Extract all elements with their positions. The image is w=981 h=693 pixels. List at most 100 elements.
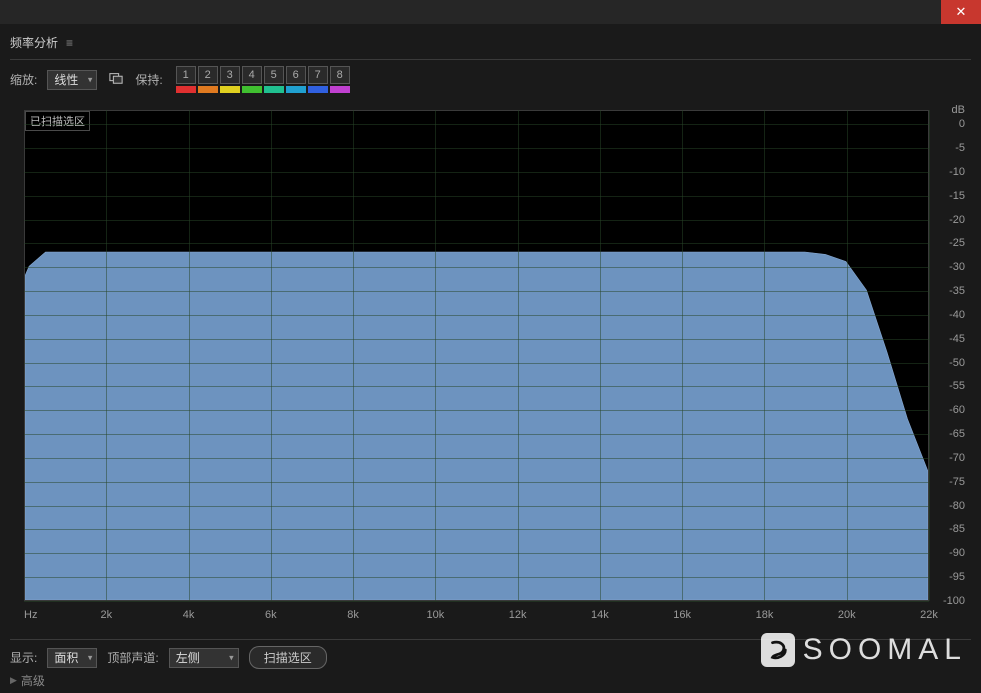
- scan-selection-label: 扫描选区: [264, 651, 312, 665]
- y-tick-label: -75: [949, 476, 965, 488]
- gridline-horizontal: [24, 148, 929, 149]
- gridline-vertical: [189, 110, 190, 601]
- gridline-vertical: [435, 110, 436, 601]
- gridline-horizontal: [24, 267, 929, 268]
- scan-selection-button[interactable]: 扫描选区: [249, 646, 327, 669]
- hold-slot-number: 2: [198, 66, 218, 84]
- hold-slot-number: 8: [330, 66, 350, 84]
- hold-slot-3[interactable]: 3: [219, 66, 241, 93]
- y-tick-label: -85: [949, 523, 965, 535]
- hold-slot-number: 1: [176, 66, 196, 84]
- hold-slot-6[interactable]: 6: [285, 66, 307, 93]
- spectrum-area: [25, 109, 928, 600]
- hold-slot-2[interactable]: 2: [197, 66, 219, 93]
- hold-color-swatch: [308, 86, 328, 93]
- gridline-vertical: [518, 110, 519, 601]
- hold-color-swatch: [198, 86, 218, 93]
- gridline-horizontal: [24, 363, 929, 364]
- display-select-value: 面积: [54, 649, 78, 666]
- hold-color-swatch: [176, 86, 196, 93]
- gridline-horizontal: [24, 506, 929, 507]
- x-tick-label: 12k: [509, 609, 527, 621]
- hold-slot-5[interactable]: 5: [263, 66, 285, 93]
- hold-slot-number: 5: [264, 66, 284, 84]
- linked-toggle-button[interactable]: [107, 71, 125, 89]
- y-tick-label: -10: [949, 166, 965, 178]
- close-icon: ✕: [956, 4, 967, 20]
- channel-label: 顶部声道:: [107, 649, 158, 666]
- zoom-select-value: 线性: [54, 71, 78, 88]
- x-axis-unit: Hz: [24, 609, 37, 621]
- hold-slot-number: 6: [286, 66, 306, 84]
- channel-select-value: 左侧: [176, 649, 200, 666]
- y-tick-label: -40: [949, 309, 965, 321]
- advanced-label: 高级: [21, 672, 45, 689]
- display-label: 显示:: [10, 649, 37, 666]
- window-titlebar: ✕: [0, 0, 981, 24]
- gridline-horizontal: [24, 124, 929, 125]
- gridline-horizontal: [24, 458, 929, 459]
- triangle-right-icon: ▶: [10, 675, 17, 686]
- hold-slot-1[interactable]: 1: [175, 66, 197, 93]
- x-tick-label: 6k: [265, 609, 277, 621]
- channel-select[interactable]: 左侧 ▾: [169, 648, 239, 668]
- window-close-button[interactable]: ✕: [941, 0, 981, 24]
- hold-label: 保持:: [135, 71, 162, 88]
- y-tick-label: -35: [949, 285, 965, 297]
- y-tick-label: -50: [949, 357, 965, 369]
- y-tick-label: -15: [949, 190, 965, 202]
- watermark: SOOMAL: [761, 633, 967, 667]
- y-tick-label: -90: [949, 547, 965, 559]
- hold-slot-7[interactable]: 7: [307, 66, 329, 93]
- gridline-horizontal: [24, 434, 929, 435]
- panel-menu-icon[interactable]: ≡: [66, 37, 73, 49]
- hold-color-swatch: [220, 86, 240, 93]
- y-tick-label: -95: [949, 571, 965, 583]
- panel-header: 频率分析 ≡: [10, 30, 971, 59]
- gridline-horizontal: [24, 196, 929, 197]
- gridline-horizontal: [24, 172, 929, 173]
- gridline-horizontal: [24, 386, 929, 387]
- gridline-vertical: [106, 110, 107, 601]
- x-tick-label: 2k: [100, 609, 112, 621]
- chart-plot-area[interactable]: 已扫描选区: [24, 110, 929, 601]
- gridline-horizontal: [24, 315, 929, 316]
- hold-slot-number: 7: [308, 66, 328, 84]
- gridline-horizontal: [24, 482, 929, 483]
- y-tick-label: -60: [949, 404, 965, 416]
- hold-slot-8[interactable]: 8: [329, 66, 351, 93]
- gridline-horizontal: [24, 291, 929, 292]
- advanced-section-toggle[interactable]: ▶ 高级: [10, 672, 971, 689]
- y-tick-label: -25: [949, 237, 965, 249]
- gridline-vertical: [764, 110, 765, 601]
- hold-color-swatch: [286, 86, 306, 93]
- x-tick-label: 14k: [591, 609, 609, 621]
- soomal-logo-icon: [761, 633, 795, 667]
- x-tick-label: 4k: [183, 609, 195, 621]
- panel: 频率分析 ≡ 缩放: 线性 ▾ 保持: 12345678: [0, 24, 981, 97]
- gridline-vertical: [929, 110, 930, 601]
- y-tick-label: -55: [949, 380, 965, 392]
- gridline-vertical: [682, 110, 683, 601]
- x-tick-label: 20k: [838, 609, 856, 621]
- y-tick-label: -100: [943, 595, 965, 607]
- frequency-chart: dB 已扫描选区 Hz 0-5-10-15-20-25-30-35-40-45-…: [16, 104, 965, 621]
- x-tick-label: 22k: [920, 609, 938, 621]
- display-select[interactable]: 面积 ▾: [47, 648, 97, 668]
- linked-window-icon: [109, 71, 123, 88]
- panel-title: 频率分析: [10, 34, 58, 51]
- hold-color-swatch: [264, 86, 284, 93]
- y-tick-label: -65: [949, 428, 965, 440]
- gridline-vertical: [271, 110, 272, 601]
- gridline-horizontal: [24, 601, 929, 602]
- zoom-select[interactable]: 线性 ▾: [47, 70, 97, 90]
- gridline-horizontal: [24, 553, 929, 554]
- y-tick-label: -70: [949, 452, 965, 464]
- gridline-horizontal: [24, 529, 929, 530]
- watermark-text: SOOMAL: [803, 633, 967, 667]
- gridline-horizontal: [24, 410, 929, 411]
- hold-slot-4[interactable]: 4: [241, 66, 263, 93]
- gridline-horizontal: [24, 243, 929, 244]
- gridline-horizontal: [24, 220, 929, 221]
- y-tick-label: -45: [949, 333, 965, 345]
